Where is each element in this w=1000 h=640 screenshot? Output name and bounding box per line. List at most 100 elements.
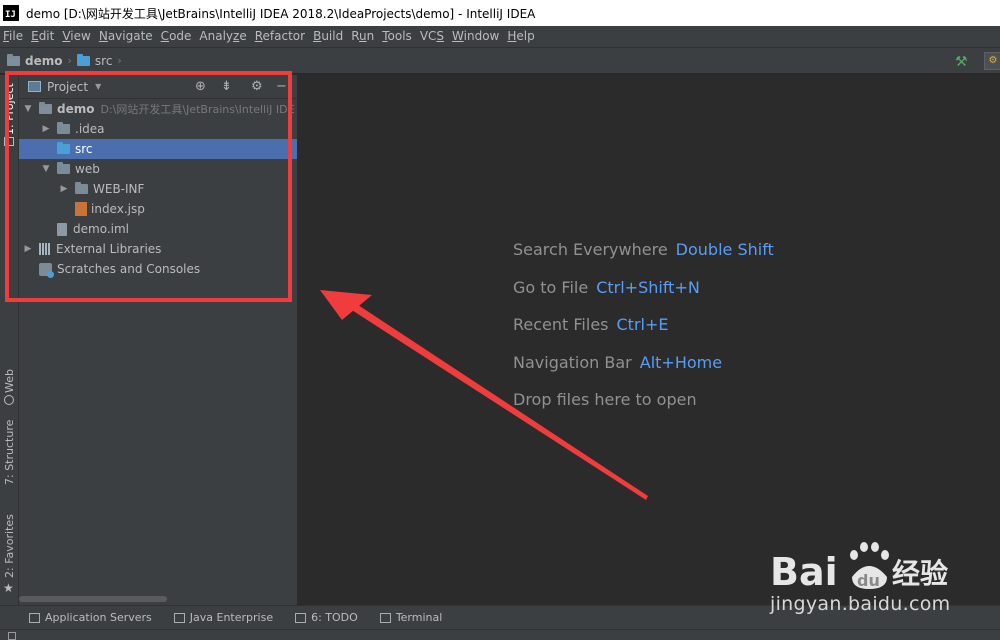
hide-panel-icon[interactable]: −	[276, 79, 287, 95]
menu-item[interactable]: File	[0, 26, 27, 47]
tree-item-label: Scratches and Consoles	[57, 262, 201, 276]
bottom-tab-label: Application Servers	[45, 611, 152, 624]
breadcrumb-project-label: demo	[25, 53, 63, 68]
breadcrumb-project[interactable]: demo	[7, 53, 63, 68]
menu-item[interactable]: View	[58, 26, 94, 47]
svg-text:du: du	[857, 571, 880, 590]
collapse-all-icon[interactable]: ⇟	[221, 79, 232, 95]
tree-item[interactable]: ▶ External Libraries	[19, 239, 297, 259]
editor-hint: Drop files here to open	[513, 390, 697, 409]
tree-item-label: demo.iml	[73, 222, 129, 236]
menu-item[interactable]: Build	[309, 26, 347, 47]
menu-item[interactable]: Navigate	[95, 26, 157, 47]
menu-item[interactable]: Code	[157, 26, 196, 47]
project-tab-icon	[4, 137, 14, 146]
tab-structure[interactable]: 7: Structure	[3, 420, 16, 485]
editor-hint: Navigation Bar Alt+Home	[513, 353, 722, 372]
tree-item[interactable]: ▶ .idea	[19, 119, 297, 139]
tree-item[interactable]: ▶src	[19, 139, 297, 159]
tree-item[interactable]: ▶Scratches and Consoles	[19, 259, 297, 279]
editor-hint-shortcut: Ctrl+Shift+N	[596, 277, 700, 297]
tab-project[interactable]: 1: Project	[3, 83, 16, 135]
baidu-jingyan-watermark: Bai du 经验 jingyan.baidu.com	[768, 533, 990, 623]
window-title: demo [D:\网站开发工具\JetBrains\IntelliJ IDEA …	[26, 6, 536, 21]
bottom-tab[interactable]: Terminal	[379, 611, 443, 624]
breadcrumb-separator-icon: ›	[117, 54, 122, 67]
servers-icon	[29, 612, 40, 623]
tree-item-label: .idea	[75, 122, 105, 136]
menu-item[interactable]: Tools	[378, 26, 416, 47]
editor-hint-label: Navigation Bar	[513, 352, 632, 372]
editor-hint-shortcut: Double Shift	[675, 240, 774, 259]
expand-down-icon[interactable]: ▼	[23, 104, 33, 114]
svg-text:经验: 经验	[892, 557, 948, 590]
folder-icon	[75, 182, 88, 194]
bottom-tab[interactable]: Java Enterprise	[173, 611, 273, 624]
tree-item-label: index.jsp	[91, 202, 145, 216]
run-configuration-icon[interactable]: ⚙	[984, 52, 1000, 70]
scroll-from-source-icon[interactable]: ⊕	[195, 79, 206, 95]
folder-icon	[57, 122, 70, 134]
libraries-icon	[39, 243, 51, 255]
bottom-tab[interactable]: 6: TODO	[295, 611, 358, 624]
tree-item[interactable]: ▼ demo D:\网站开发工具\JetBrains\IntelliJ IDE	[19, 99, 297, 119]
navigation-bar: demo › src › ⚒ ⚙	[0, 47, 1000, 74]
bottom-tab[interactable]: Application Servers	[29, 611, 152, 624]
status-bar	[0, 629, 1000, 640]
terminal-icon	[379, 612, 391, 623]
menu-item[interactable]: Analyze	[195, 26, 250, 47]
editor-hint: Go to File Ctrl+Shift+N	[513, 278, 700, 297]
menu-item[interactable]: VCS	[416, 26, 448, 47]
editor-hint: Search Everywhere Double Shift	[513, 240, 774, 259]
horizontal-scrollbar[interactable]	[19, 596, 167, 602]
watermark-url: jingyan.baidu.com	[770, 593, 951, 615]
project-panel-title[interactable]: Project	[47, 80, 88, 94]
menu-item[interactable]: Window	[448, 26, 503, 47]
expand-right-icon[interactable]: ▶	[41, 124, 51, 134]
menu-item[interactable]: Refactor	[251, 26, 309, 47]
globe-icon	[4, 395, 14, 405]
editor-hint-label: Go to File	[513, 277, 589, 297]
menu-bar: File Edit View Navigate Code Analyze Refactor B…	[0, 26, 1000, 47]
java-enterprise-icon	[173, 612, 185, 623]
breadcrumb-separator-icon: ›	[67, 54, 72, 67]
source-folder-icon	[57, 142, 70, 154]
editor-hint-label: Drop files here to open	[513, 390, 697, 409]
title-bar: IJ demo [D:\网站开发工具\JetBrains\IntelliJ ID…	[0, 0, 1000, 26]
tab-web[interactable]: Web	[3, 369, 16, 393]
todo-icon	[295, 612, 307, 623]
project-panel-header: Project ▼ ⊕ ⇟ ⚙ −	[19, 75, 297, 99]
bottom-tab-label: Terminal	[395, 611, 443, 624]
expand-right-icon[interactable]: ▶	[23, 244, 33, 254]
left-tool-stripe: 1: Project Web 7: Structure 2: Favorites…	[0, 75, 19, 605]
folder-icon	[57, 162, 70, 174]
tree-item[interactable]: ▶demo.iml	[19, 219, 297, 239]
tree-item[interactable]: ▼ web	[19, 159, 297, 179]
tree-item[interactable]: ▶index.jsp	[19, 199, 297, 219]
status-toggle-icon[interactable]	[8, 632, 16, 640]
editor-hint-shortcut: Ctrl+E	[616, 315, 669, 334]
module-folder-icon	[39, 102, 52, 114]
tab-favorites[interactable]: 2: Favorites	[3, 514, 16, 578]
menu-item[interactable]: Run	[347, 26, 378, 47]
tab-project-label: 1: Project	[3, 83, 16, 135]
tab-web-label: Web	[3, 369, 16, 393]
build-hammer-icon[interactable]: ⚒	[955, 54, 968, 70]
project-tree: ▼ demo D:\网站开发工具\JetBrains\IntelliJ IDE ▶ .i…	[19, 99, 297, 279]
menu-item[interactable]: Help	[503, 26, 538, 47]
editor-hint-label: Search Everywhere	[513, 240, 668, 259]
gear-icon[interactable]: ⚙	[251, 79, 263, 95]
source-folder-icon	[76, 53, 90, 66]
chevron-down-icon[interactable]: ▼	[95, 82, 101, 91]
tree-item-label: External Libraries	[56, 242, 162, 256]
project-view-icon	[28, 81, 41, 92]
breadcrumb-folder[interactable]: src	[76, 53, 112, 68]
project-panel: Project ▼ ⊕ ⇟ ⚙ − ▼ demo D:\网站开发工具\JetBrai…	[19, 75, 298, 605]
bottom-tab-label: 6: TODO	[311, 611, 358, 624]
expand-right-icon[interactable]: ▶	[59, 184, 69, 194]
expand-down-icon[interactable]: ▼	[41, 164, 51, 174]
menu-item[interactable]: Edit	[27, 26, 58, 47]
editor-hint: Recent Files Ctrl+E	[513, 315, 668, 334]
tree-item[interactable]: ▶ WEB-INF	[19, 179, 297, 199]
svg-text:Bai: Bai	[770, 550, 838, 593]
